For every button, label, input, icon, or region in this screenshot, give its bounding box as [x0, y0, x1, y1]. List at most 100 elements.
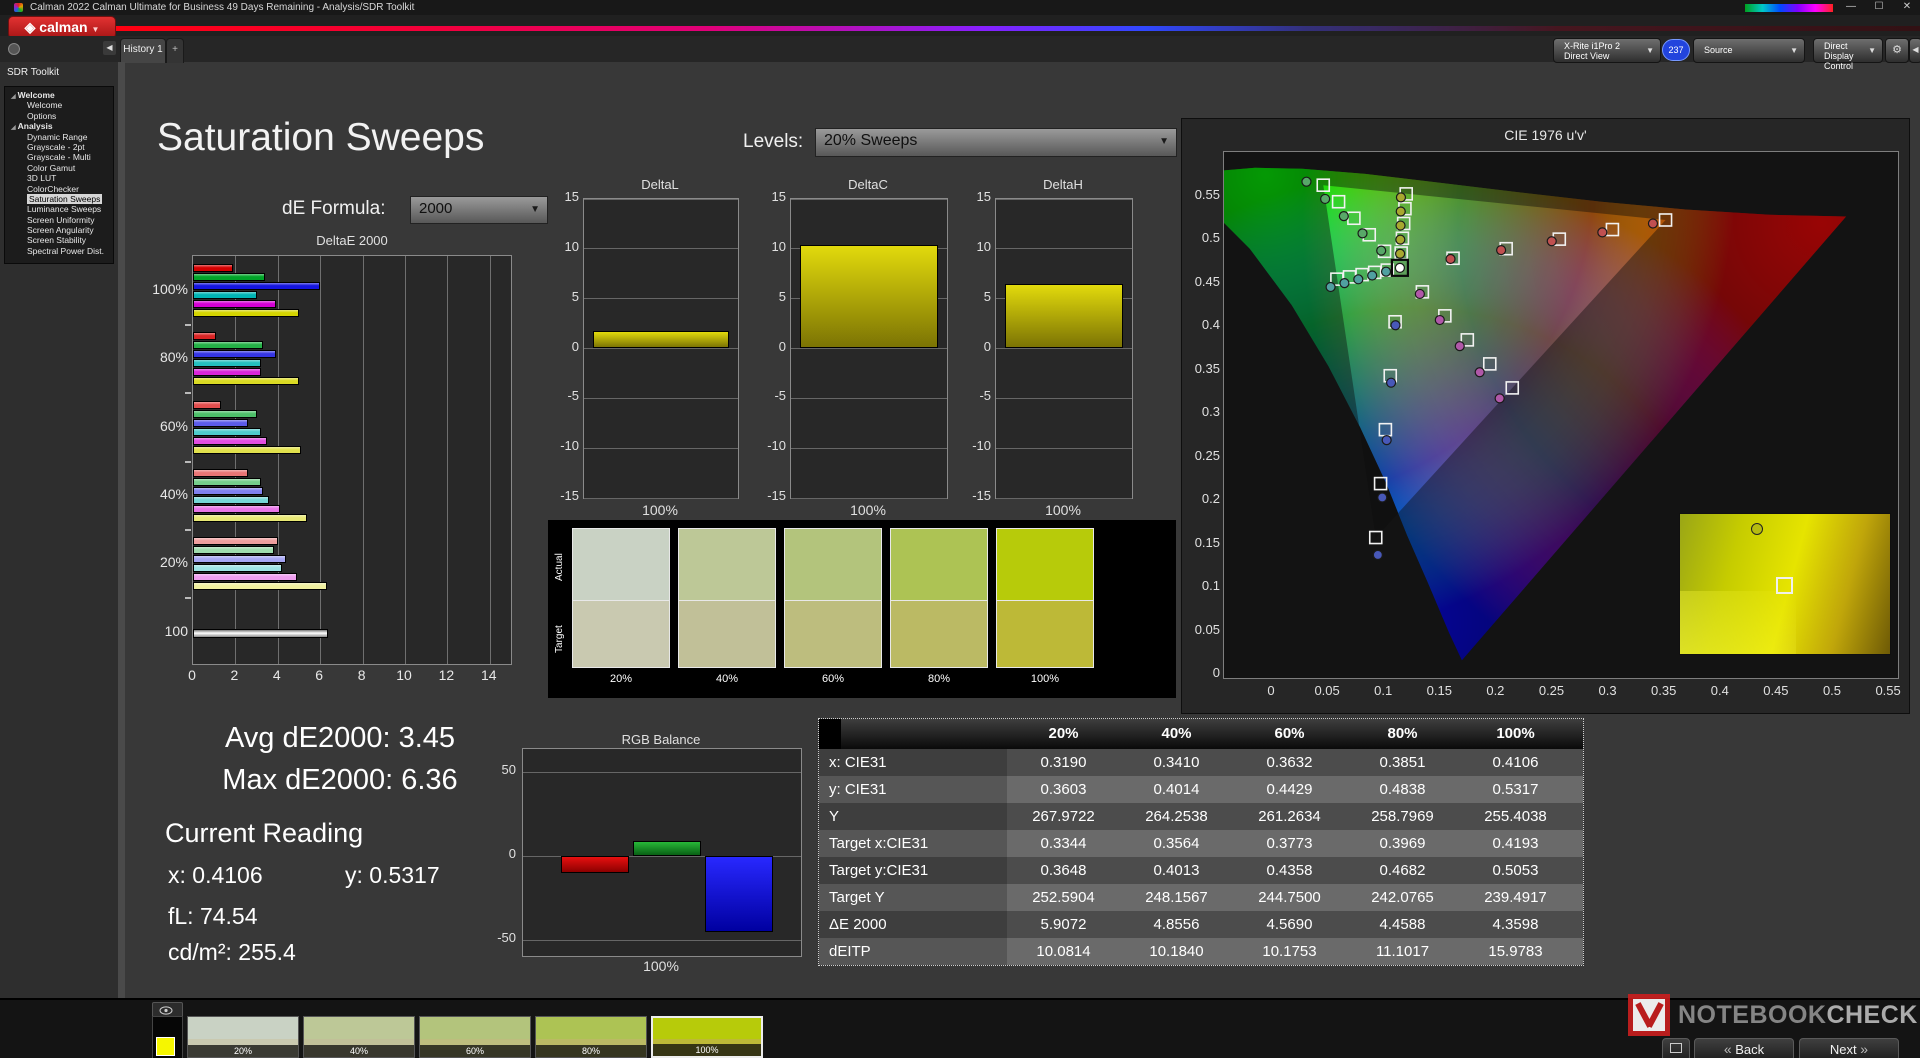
actual-label: Actual: [554, 553, 565, 581]
ytick-5: 5: [983, 288, 991, 304]
sidebar-collapse-button[interactable]: ◀: [103, 41, 116, 55]
next-button[interactable]: Next »: [1799, 1038, 1899, 1058]
deltae-bar-20%-cyan: [193, 564, 283, 572]
thumbnail-80%[interactable]: 80%: [535, 1016, 647, 1058]
thumbnail-label: 100%: [653, 1044, 761, 1056]
thumbnail-100%[interactable]: 100%: [651, 1016, 763, 1058]
ytick--10: -10: [767, 438, 786, 454]
preview-tab[interactable]: [152, 1002, 183, 1017]
cie-1976-panel: CIE 1976 u'v' 0.55 0.5 0.45 0.4 0.35 0.3 0.25 0…: [1181, 118, 1910, 714]
sidebar-item-grayscale-multi[interactable]: Grayscale - Multi: [5, 152, 113, 162]
sidebar-item-spectral-power-dist-[interactable]: Spectral Power Dist.: [5, 246, 113, 256]
sidebar-radio-icon[interactable]: [8, 43, 20, 55]
source-status-stripe: [1696, 41, 1699, 60]
chevron-down-icon: ▼: [530, 204, 540, 215]
current-y: y: 0.5317: [345, 862, 440, 888]
sidebar-item-saturation-sweeps[interactable]: Saturation Sweeps: [5, 193, 113, 204]
calman-logo-label: calman: [39, 19, 88, 35]
deltae-xtick-0: 0: [188, 667, 196, 683]
sidebar-item-analysis[interactable]: ◢ Analysis: [5, 121, 113, 131]
window-icon: [1670, 1043, 1682, 1053]
swatch-actual-80%: [890, 528, 988, 601]
thumbnail-60%[interactable]: 60%: [419, 1016, 531, 1058]
cie-xtick-0.1: 0.1: [1374, 683, 1393, 698]
deltae-bar-100%-blue: [193, 282, 321, 290]
calman-logo-glyph-icon: ◈: [24, 19, 36, 35]
deltal-bar-chart: [583, 198, 739, 499]
tick: [185, 529, 191, 531]
sidebar-splitter[interactable]: [118, 62, 125, 998]
source-label: Source: [1704, 45, 1733, 55]
chevron-down-icon: ▼: [1159, 136, 1169, 147]
swatch-actual-20%: [572, 528, 670, 601]
sidebar-item-color-gamut[interactable]: Color Gamut: [5, 163, 113, 173]
rgb-ytick--50: -50: [497, 930, 516, 945]
deltae-group-label-40%: 40%: [159, 486, 188, 502]
sidebar-item-3d-lut[interactable]: 3D LUT: [5, 173, 113, 183]
source-dropdown[interactable]: Source ▼: [1693, 38, 1805, 63]
watermark-notebook: NOTEBOOK: [1678, 1000, 1827, 1029]
meter-dropdown[interactable]: X-Rite i1Pro 2 Direct View ▼: [1553, 38, 1661, 63]
yellow-patch-icon: [156, 1037, 175, 1056]
ytick--15: -15: [972, 488, 991, 503]
panel-collapse-button[interactable]: ◀: [1909, 38, 1920, 63]
sidebar-item-screen-stability[interactable]: Screen Stability: [5, 235, 113, 245]
deltae-bar-40%-magenta: [193, 505, 280, 513]
ytick--10: -10: [972, 438, 991, 454]
deltah-title: DeltaH: [1043, 177, 1083, 192]
sidebar-item-screen-angularity[interactable]: Screen Angularity: [5, 225, 113, 235]
sidebar-item-colorchecker[interactable]: ColorChecker: [5, 184, 113, 194]
deltae-bar-40%-red: [193, 469, 249, 477]
swatch-target-80%: [890, 601, 988, 668]
back-button[interactable]: « Back: [1694, 1038, 1794, 1058]
sidebar-item-options[interactable]: Options: [5, 111, 113, 121]
sidebar-item-dynamic-range[interactable]: Dynamic Range: [5, 132, 113, 142]
sidebar-item-welcome[interactable]: Welcome: [5, 100, 113, 110]
de-formula-dropdown[interactable]: 2000 ▼: [410, 196, 548, 224]
thumbnail-20%[interactable]: 20%: [187, 1016, 299, 1058]
measurement-table: 20% 40% 60% 80% 100% x: CIE31 0.3190 0.3410 0.36…: [818, 718, 1584, 966]
display-control-dropdown[interactable]: Direct Display Control ▼: [1813, 38, 1883, 71]
close-button[interactable]: ✕: [1894, 0, 1920, 14]
bottom-thumbnail-bar: 20% 40% 60% 80% 100% NOTEBOOKCHECK « Back Ne…: [0, 994, 1920, 1058]
table-header-row: 20% 40% 60% 80% 100%: [819, 719, 1583, 749]
cie-title: CIE 1976 u'v': [1504, 127, 1587, 143]
table-row-Target-Y: Target Y 252.5904 248.1567 244.7500 242.0765…: [819, 884, 1583, 911]
tab-add-button[interactable]: +: [166, 38, 184, 63]
table-row--E-2000: ΔE 2000 5.9072 4.8556 4.5690 4.4588 4.3598: [819, 911, 1583, 938]
tick: [185, 461, 191, 463]
chevron-down-icon: ▼: [1868, 46, 1876, 55]
table-row-Y: Y 267.9722 264.2538 261.2634 258.7969 255.403…: [819, 803, 1583, 830]
ytick--15: -15: [767, 488, 786, 503]
deltae-group-label-20%: 20%: [159, 554, 188, 570]
deltae-bar-chart: [192, 255, 512, 665]
thumbnail-pattern-window[interactable]: [152, 1016, 183, 1058]
levels-dropdown[interactable]: 20% Sweeps ▼: [815, 128, 1177, 157]
gear-icon: ⚙: [1892, 44, 1902, 56]
settings-gear-button[interactable]: ⚙: [1885, 38, 1909, 63]
cie-ytick-0.3: 0.3: [1201, 404, 1220, 419]
tab-history-1[interactable]: History 1: [120, 38, 166, 63]
sidebar-item-welcome[interactable]: ◢ Welcome: [5, 90, 113, 100]
sidebar-item-grayscale-2pt[interactable]: Grayscale - 2pt: [5, 142, 113, 152]
deltah-xlabel: 100%: [1045, 502, 1081, 518]
minimize-button[interactable]: —: [1838, 0, 1864, 14]
deltae-xtick-6: 6: [315, 667, 324, 683]
deltae-bar-80%-red: [193, 332, 217, 340]
eye-icon: [159, 1006, 173, 1015]
ytick-15: 15: [564, 189, 579, 204]
sidebar-item-luminance-sweeps[interactable]: Luminance Sweeps: [5, 204, 113, 214]
thumbnail-40%[interactable]: 40%: [303, 1016, 415, 1058]
sidebar-title: SDR Toolkit: [7, 67, 60, 78]
swatch-target-20%: [572, 601, 670, 668]
ytick-10: 10: [976, 238, 991, 254]
maximize-button[interactable]: ☐: [1866, 0, 1892, 14]
cie-ytick-0: 0: [1212, 665, 1220, 680]
inset-bright-corner: [1680, 591, 1796, 654]
sidebar-item-screen-uniformity[interactable]: Screen Uniformity: [5, 215, 113, 225]
deltae-bar-80%-blue: [193, 350, 276, 358]
deltae-bar-40%-yellow: [193, 514, 308, 522]
logo-caret-icon: ▼: [91, 25, 100, 34]
deltae-xtick-2: 2: [230, 667, 239, 683]
pattern-window-button[interactable]: [1662, 1038, 1690, 1058]
